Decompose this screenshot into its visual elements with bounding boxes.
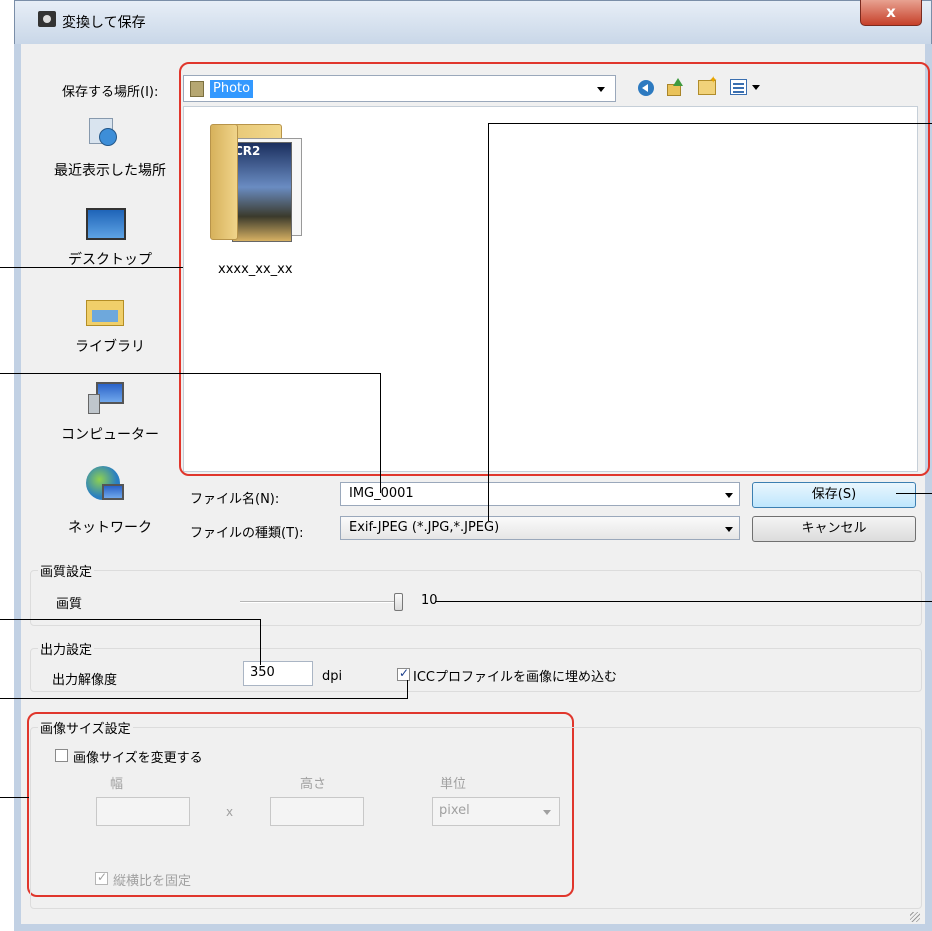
resolution-input[interactable]: 350 (243, 661, 313, 686)
place-computer[interactable]: コンピューター (35, 424, 185, 444)
icc-label[interactable]: ICCプロファイルを画像に埋め込む (413, 666, 617, 685)
window-title: 変換して保存 (62, 15, 146, 31)
callout-line-image-size (0, 797, 29, 798)
desktop-icon[interactable] (86, 208, 126, 240)
callout-line-icc-h (0, 698, 408, 699)
quality-slider-track[interactable] (240, 601, 398, 603)
callout-line-quality (436, 601, 932, 602)
aspect-ratio-checkbox[interactable]: ✓ (95, 870, 108, 885)
checkmark-icon: ✓ (399, 666, 410, 680)
quality-slider-thumb[interactable] (394, 593, 403, 611)
close-button[interactable]: x (860, 0, 922, 26)
app-camera-icon (38, 11, 56, 27)
unit-select[interactable]: pixel (432, 797, 560, 826)
filename-value: IMG_0001 (349, 486, 414, 501)
resolution-value: 350 (250, 665, 275, 680)
filetype-value: Exif-JPEG (*.JPG,*.JPEG) (349, 520, 500, 535)
network-icon[interactable] (86, 466, 126, 504)
place-network[interactable]: ネットワーク (35, 517, 185, 537)
filename-label: ファイル名(N): (190, 492, 280, 507)
place-libraries[interactable]: ライブラリ (35, 336, 185, 356)
resize-checkbox[interactable] (55, 749, 68, 762)
image-size-group-label: 画像サイズ設定 (38, 718, 133, 737)
filename-input[interactable]: IMG_0001 (340, 482, 740, 506)
chevron-down-icon (725, 527, 733, 532)
resize-label[interactable]: 画像サイズを変更する (73, 747, 203, 766)
quality-label: 画質 (56, 597, 83, 612)
quality-group-label: 画質設定 (38, 561, 95, 580)
checkmark-icon: ✓ (97, 870, 108, 884)
place-recent[interactable]: 最近表示した場所 (35, 160, 185, 180)
callout-line-filename-h (0, 373, 381, 374)
save-button[interactable]: 保存(S) (752, 482, 916, 508)
chevron-down-icon (725, 493, 733, 498)
width-input[interactable] (96, 797, 190, 826)
cancel-button[interactable]: キャンセル (752, 516, 916, 542)
recent-places-icon[interactable] (85, 116, 123, 150)
title-bar[interactable] (14, 0, 932, 44)
resolution-unit: dpi (322, 669, 343, 684)
callout-line-save (896, 493, 932, 494)
width-label: 幅 (110, 777, 124, 792)
callout-line-resolution-h (0, 619, 261, 620)
callout-line-icc-v (407, 680, 408, 699)
unit-label: 単位 (440, 777, 467, 792)
callout-line-filename-v (380, 373, 381, 493)
unit-value: pixel (439, 803, 470, 818)
times-symbol: x (226, 805, 234, 819)
icc-checkbox[interactable]: ✓ (397, 666, 410, 681)
callout-line-places (0, 267, 183, 268)
place-desktop[interactable]: デスクトップ (35, 249, 185, 269)
quality-group (30, 570, 922, 626)
callout-line-filetype-h (488, 123, 932, 124)
output-group-label: 出力設定 (38, 639, 95, 658)
save-location-label: 保存する場所(I): (62, 85, 159, 100)
height-input[interactable] (270, 797, 364, 826)
libraries-icon[interactable] (86, 294, 124, 326)
file-browser-highlight (179, 62, 930, 476)
height-label: 高さ (300, 777, 327, 792)
resolution-label: 出力解像度 (52, 673, 118, 688)
filetype-select[interactable]: Exif-JPEG (*.JPG,*.JPEG) (340, 516, 740, 540)
filetype-label: ファイルの種類(T): (190, 526, 304, 541)
callout-line-resolution-v (260, 619, 261, 665)
aspect-ratio-label: 縦横比を固定 (113, 874, 192, 889)
chevron-down-icon (543, 810, 551, 815)
resize-grip-icon[interactable] (910, 912, 920, 922)
computer-icon[interactable] (86, 380, 126, 414)
callout-line-filetype-v (488, 123, 489, 521)
